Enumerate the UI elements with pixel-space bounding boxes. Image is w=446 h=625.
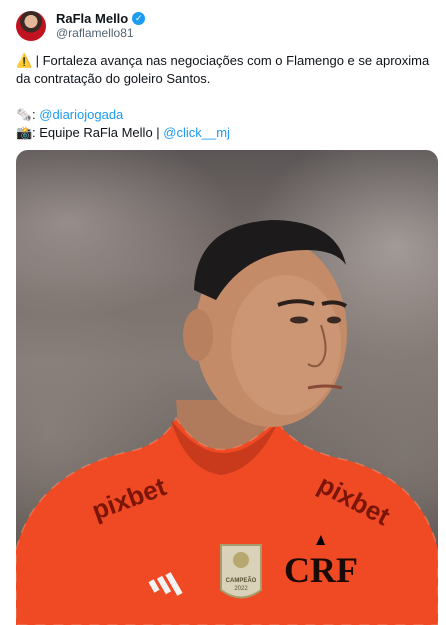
display-name[interactable]: RaFla Mello	[56, 11, 128, 26]
tweet-line-1: ⚠️ | Fortaleza avança nas negociações co…	[16, 52, 436, 70]
verified-check-icon: ✓	[132, 12, 146, 25]
source-prefix: :	[32, 107, 36, 122]
tweet-photo[interactable]: pixbet pixbet CAMPEÃO 2022 CRF	[16, 150, 438, 625]
tweet-text: ⚠️ | Fortaleza avança nas negociações co…	[16, 52, 436, 142]
avatar[interactable]	[16, 11, 46, 41]
champion-badge: CAMPEÃO 2022	[220, 544, 262, 599]
tweet-text-line-2: da contratação do goleiro Santos.	[16, 71, 211, 86]
photo-credit-text: : Equipe RaFla Mello |	[32, 125, 160, 140]
source-mention-link[interactable]: @diariojogada	[39, 107, 123, 122]
photo-credit-line: 📸: Equipe RaFla Mello | @click__mj	[16, 124, 436, 142]
camera-icon: 📸	[16, 125, 33, 140]
newspaper-icon: 🗞️	[16, 107, 33, 122]
club-crest-text: CRF	[284, 550, 358, 590]
tweet-header: RaFla Mello ✓ @raflamello81	[16, 10, 146, 42]
badge-text: CAMPEÃO	[226, 577, 257, 584]
warning-icon: ⚠️	[16, 53, 33, 68]
tweet-line-2: da contratação do goleiro Santos.	[16, 70, 436, 88]
ear-shape	[183, 309, 213, 361]
author-names: RaFla Mello ✓ @raflamello81	[56, 11, 146, 41]
tweet-text-line-1: | Fortaleza avança nas negociações com o…	[35, 53, 430, 68]
source-line: 🗞️: @diariojogada	[16, 106, 436, 124]
user-handle[interactable]: @raflamello81	[56, 26, 145, 41]
player-illustration: pixbet pixbet CAMPEÃO 2022 CRF	[16, 220, 438, 625]
photo-credit-mention-link[interactable]: @click__mj	[163, 125, 230, 140]
display-name-row: RaFla Mello ✓	[56, 11, 146, 26]
tweet-card: RaFla Mello ✓ @raflamello81 ⚠️ | Fortale…	[0, 0, 446, 625]
badge-year: 2022	[234, 586, 248, 592]
